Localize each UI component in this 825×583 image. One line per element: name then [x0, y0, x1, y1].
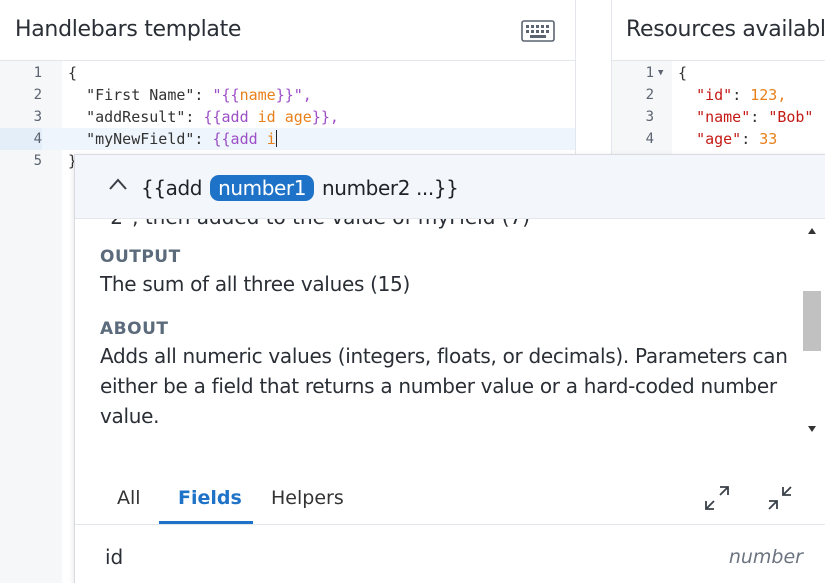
scroll-thumb[interactable]: [803, 291, 821, 351]
about-label: ABOUT: [100, 319, 169, 339]
code-line: 4 "age": 33: [612, 128, 825, 150]
panel-title: Resources available: [626, 17, 825, 42]
expand-icon[interactable]: [702, 483, 732, 513]
signature-bar[interactable]: {{add number1 number2 ...}}: [75, 155, 825, 219]
handlebars-token: }}",: [275, 86, 312, 104]
code-line: 2 "id": 123,: [612, 84, 825, 106]
code-text: {: [68, 64, 78, 82]
tab-all[interactable]: All: [117, 487, 141, 509]
code-line: 1 ▼ {: [612, 62, 825, 84]
helper-documentation: "2", then added to the value of myField …: [75, 219, 797, 459]
code-line: 1 {: [0, 62, 575, 84]
helper-autocomplete-popup: {{add number1 number2 ...}} "2", then ad…: [74, 154, 825, 583]
code-line: 2 "First Name": "{{name}}",: [0, 84, 575, 106]
json-value: 33: [759, 130, 778, 148]
json-value: "Bob": [768, 108, 814, 126]
helper-signature: {{add number1 number2 ...}}: [141, 175, 459, 201]
keyboard-icon[interactable]: [521, 20, 555, 42]
json-key: "First Name":: [86, 86, 213, 104]
text-cursor: [275, 130, 277, 147]
json-key: "name": [696, 108, 751, 126]
code-text: {: [678, 64, 688, 82]
json-key: "addResult":: [86, 108, 204, 126]
output-label: OUTPUT: [100, 247, 181, 267]
json-key: "age": [696, 130, 742, 148]
line-number: 1: [645, 65, 654, 81]
handlebars-argument: name: [239, 86, 276, 104]
line-number: 4: [645, 131, 654, 147]
about-text: Adds all numeric values (integers, float…: [100, 344, 788, 428]
code-line-active: 4 "myNewField": {{add i: [0, 128, 575, 150]
field-list-item[interactable]: id number: [75, 526, 825, 583]
template-panel-header: Handlebars template: [0, 0, 575, 61]
scroll-up-arrow-icon[interactable]: [807, 227, 817, 235]
field-type: number: [728, 546, 803, 568]
tab-bar: All Fields Helpers: [75, 467, 825, 525]
collapse-icon[interactable]: [765, 483, 795, 513]
signature-prefix: {{add: [141, 176, 203, 200]
line-number: 4: [0, 128, 42, 150]
handlebars-token: "{{: [212, 86, 240, 104]
active-tab-indicator: [159, 521, 253, 524]
signature-suffix: number2 ...}}: [322, 176, 459, 200]
handlebars-argument: i: [266, 130, 276, 148]
tab-fields[interactable]: Fields: [178, 487, 242, 509]
handlebars-token: {{add: [203, 108, 258, 126]
line-number: 1: [33, 65, 42, 81]
code-line: 3 "name": "Bob": [612, 106, 825, 128]
line-number: 3: [645, 109, 654, 125]
fold-arrow-icon[interactable]: ▼: [658, 62, 663, 84]
code-line: 3 "addResult": {{add id age}},: [0, 106, 575, 128]
field-name: id: [105, 545, 124, 569]
line-number: 3: [33, 109, 42, 125]
doc-clipped-text: "2", then added to the value of myField …: [101, 219, 530, 229]
line-number: 2: [645, 87, 654, 103]
active-parameter: number1: [210, 175, 315, 201]
tab-helpers[interactable]: Helpers: [271, 487, 344, 509]
chevron-up-icon[interactable]: [108, 177, 128, 191]
line-number: 5: [33, 153, 42, 169]
line-number: 2: [33, 87, 42, 103]
handlebars-token: {{add: [212, 130, 267, 148]
doc-scrollbar[interactable]: [799, 219, 825, 441]
output-text: The sum of all three values (15): [100, 272, 410, 296]
panel-title: Handlebars template: [15, 17, 242, 42]
handlebars-token: }},: [311, 108, 339, 126]
json-key: "myNewField":: [86, 130, 213, 148]
json-value: 123,: [750, 86, 787, 104]
resources-panel-header: Resources available: [612, 0, 825, 61]
scroll-down-arrow-icon[interactable]: [807, 425, 817, 433]
handlebars-argument: id age: [257, 108, 312, 126]
json-key: "id": [696, 86, 733, 104]
